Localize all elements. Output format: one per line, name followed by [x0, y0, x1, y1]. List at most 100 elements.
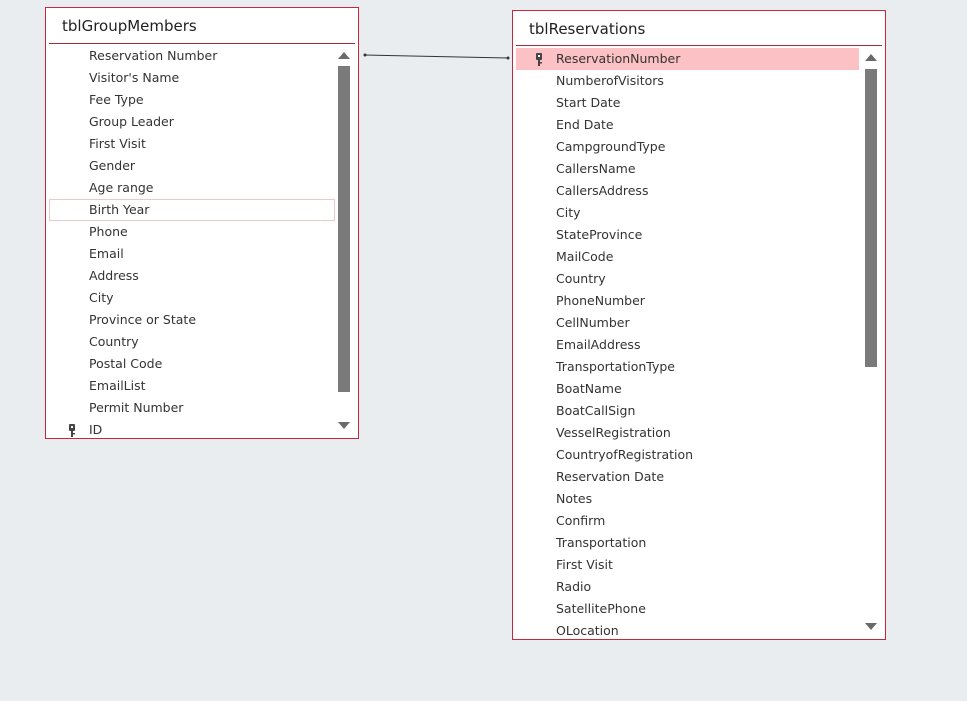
scrollbar[interactable]: [338, 48, 350, 433]
field-row[interactable]: TransportationType: [516, 356, 859, 378]
field-row[interactable]: CallersAddress: [516, 180, 859, 202]
field-name: CountryofRegistration: [556, 447, 694, 462]
field-row[interactable]: Province or State: [49, 309, 335, 331]
field-name: Age range: [89, 180, 154, 195]
field-name: Address: [89, 268, 139, 283]
field-name: OLocation: [556, 623, 619, 638]
field-name: Radio: [556, 579, 592, 594]
field-row[interactable]: Email: [49, 243, 335, 265]
field-row[interactable]: Start Date: [516, 92, 859, 114]
field-name: NumberofVisitors: [556, 73, 664, 88]
field-row[interactable]: Phone: [49, 221, 335, 243]
field-name: First Visit: [89, 136, 146, 151]
field-name: Group Leader: [89, 114, 174, 129]
field-row[interactable]: Age range: [49, 177, 335, 199]
field-row[interactable]: Transportation: [516, 532, 859, 554]
field-row[interactable]: NumberofVisitors: [516, 70, 859, 92]
scroll-thumb[interactable]: [865, 69, 877, 367]
primary-key-icon: [69, 422, 75, 437]
field-name: CallersAddress: [556, 183, 649, 198]
scroll-up-icon[interactable]: [865, 54, 877, 61]
field-name: City: [556, 205, 581, 220]
table-tblReservations[interactable]: tblReservations ReservationNumber Numbero…: [512, 10, 886, 640]
field-name: EmailList: [89, 378, 146, 393]
field-row[interactable]: Notes: [516, 488, 859, 510]
field-name: Permit Number: [89, 400, 184, 415]
field-name: Confirm: [556, 513, 606, 528]
field-name: Birth Year: [89, 202, 150, 217]
field-row[interactable]: Gender: [49, 155, 335, 177]
field-row[interactable]: CellNumber: [516, 312, 859, 334]
field-row[interactable]: Radio: [516, 576, 859, 598]
field-row[interactable]: BoatName: [516, 378, 859, 400]
field-name: ID: [89, 422, 103, 437]
field-row[interactable]: OLocation: [516, 620, 859, 638]
field-name: TransportationType: [556, 359, 675, 374]
field-row[interactable]: Visitor's Name: [49, 67, 335, 89]
field-name: VesselRegistration: [556, 425, 671, 440]
scrollbar[interactable]: [865, 51, 877, 636]
field-row[interactable]: EmailAddress: [516, 334, 859, 356]
scroll-thumb[interactable]: [338, 66, 350, 392]
field-row[interactable]: VesselRegistration: [516, 422, 859, 444]
field-name: MailCode: [556, 249, 614, 264]
field-list[interactable]: Reservation Number Visitor's Name Fee Type…: [49, 45, 335, 437]
scroll-up-icon[interactable]: [338, 52, 350, 59]
field-row[interactable]: Country: [516, 268, 859, 290]
field-row[interactable]: First Visit: [516, 554, 859, 576]
field-row[interactable]: CountryofRegistration: [516, 444, 859, 466]
field-name: Notes: [556, 491, 593, 506]
field-list[interactable]: ReservationNumber NumberofVisitors Start D…: [516, 48, 859, 638]
field-name: Phone: [89, 224, 128, 239]
field-name: Reservation Date: [556, 469, 665, 484]
field-name: Reservation Number: [89, 48, 218, 63]
field-row[interactable]: Birth Year: [49, 199, 335, 221]
table-title[interactable]: tblGroupMembers: [62, 17, 197, 35]
field-row[interactable]: SatellitePhone: [516, 598, 859, 620]
field-row[interactable]: Fee Type: [49, 89, 335, 111]
table-title[interactable]: tblReservations: [529, 20, 645, 38]
field-name: Province or State: [89, 312, 197, 327]
scroll-down-icon[interactable]: [338, 422, 350, 429]
field-row[interactable]: Group Leader: [49, 111, 335, 133]
field-name: First Visit: [556, 557, 613, 572]
field-name: Email: [89, 246, 124, 261]
field-row[interactable]: City: [516, 202, 859, 224]
field-name: EmailAddress: [556, 337, 641, 352]
field-row[interactable]: StateProvince: [516, 224, 859, 246]
field-row[interactable]: Country: [49, 331, 335, 353]
field-row[interactable]: Reservation Number: [49, 45, 335, 67]
field-name: CellNumber: [556, 315, 630, 330]
field-name: City: [89, 290, 114, 305]
table-tblGroupMembers[interactable]: tblGroupMembers Reservation Number Visito…: [45, 7, 359, 439]
primary-key-icon: [536, 51, 542, 66]
field-name: ReservationNumber: [556, 51, 681, 66]
field-name: Start Date: [556, 95, 621, 110]
field-row[interactable]: CallersName: [516, 158, 859, 180]
field-row[interactable]: ID: [49, 419, 335, 437]
field-row[interactable]: Permit Number: [49, 397, 335, 419]
field-name: Country: [89, 334, 139, 349]
field-row[interactable]: EmailList: [49, 375, 335, 397]
field-row[interactable]: ReservationNumber: [516, 48, 859, 70]
field-row[interactable]: CampgroundType: [516, 136, 859, 158]
field-row[interactable]: City: [49, 287, 335, 309]
field-row[interactable]: First Visit: [49, 133, 335, 155]
field-name: CallersName: [556, 161, 636, 176]
field-row[interactable]: Confirm: [516, 510, 859, 532]
field-row[interactable]: End Date: [516, 114, 859, 136]
field-row[interactable]: Address: [49, 265, 335, 287]
field-name: StateProvince: [556, 227, 643, 242]
field-row[interactable]: Postal Code: [49, 353, 335, 375]
field-name: End Date: [556, 117, 614, 132]
field-name: BoatCallSign: [556, 403, 636, 418]
field-name: Postal Code: [89, 356, 163, 371]
field-row[interactable]: Reservation Date: [516, 466, 859, 488]
field-name: SatellitePhone: [556, 601, 646, 616]
field-row[interactable]: MailCode: [516, 246, 859, 268]
field-row[interactable]: PhoneNumber: [516, 290, 859, 312]
field-name: Transportation: [556, 535, 647, 550]
field-row[interactable]: BoatCallSign: [516, 400, 859, 422]
scroll-down-icon[interactable]: [865, 623, 877, 630]
field-name: PhoneNumber: [556, 293, 645, 308]
